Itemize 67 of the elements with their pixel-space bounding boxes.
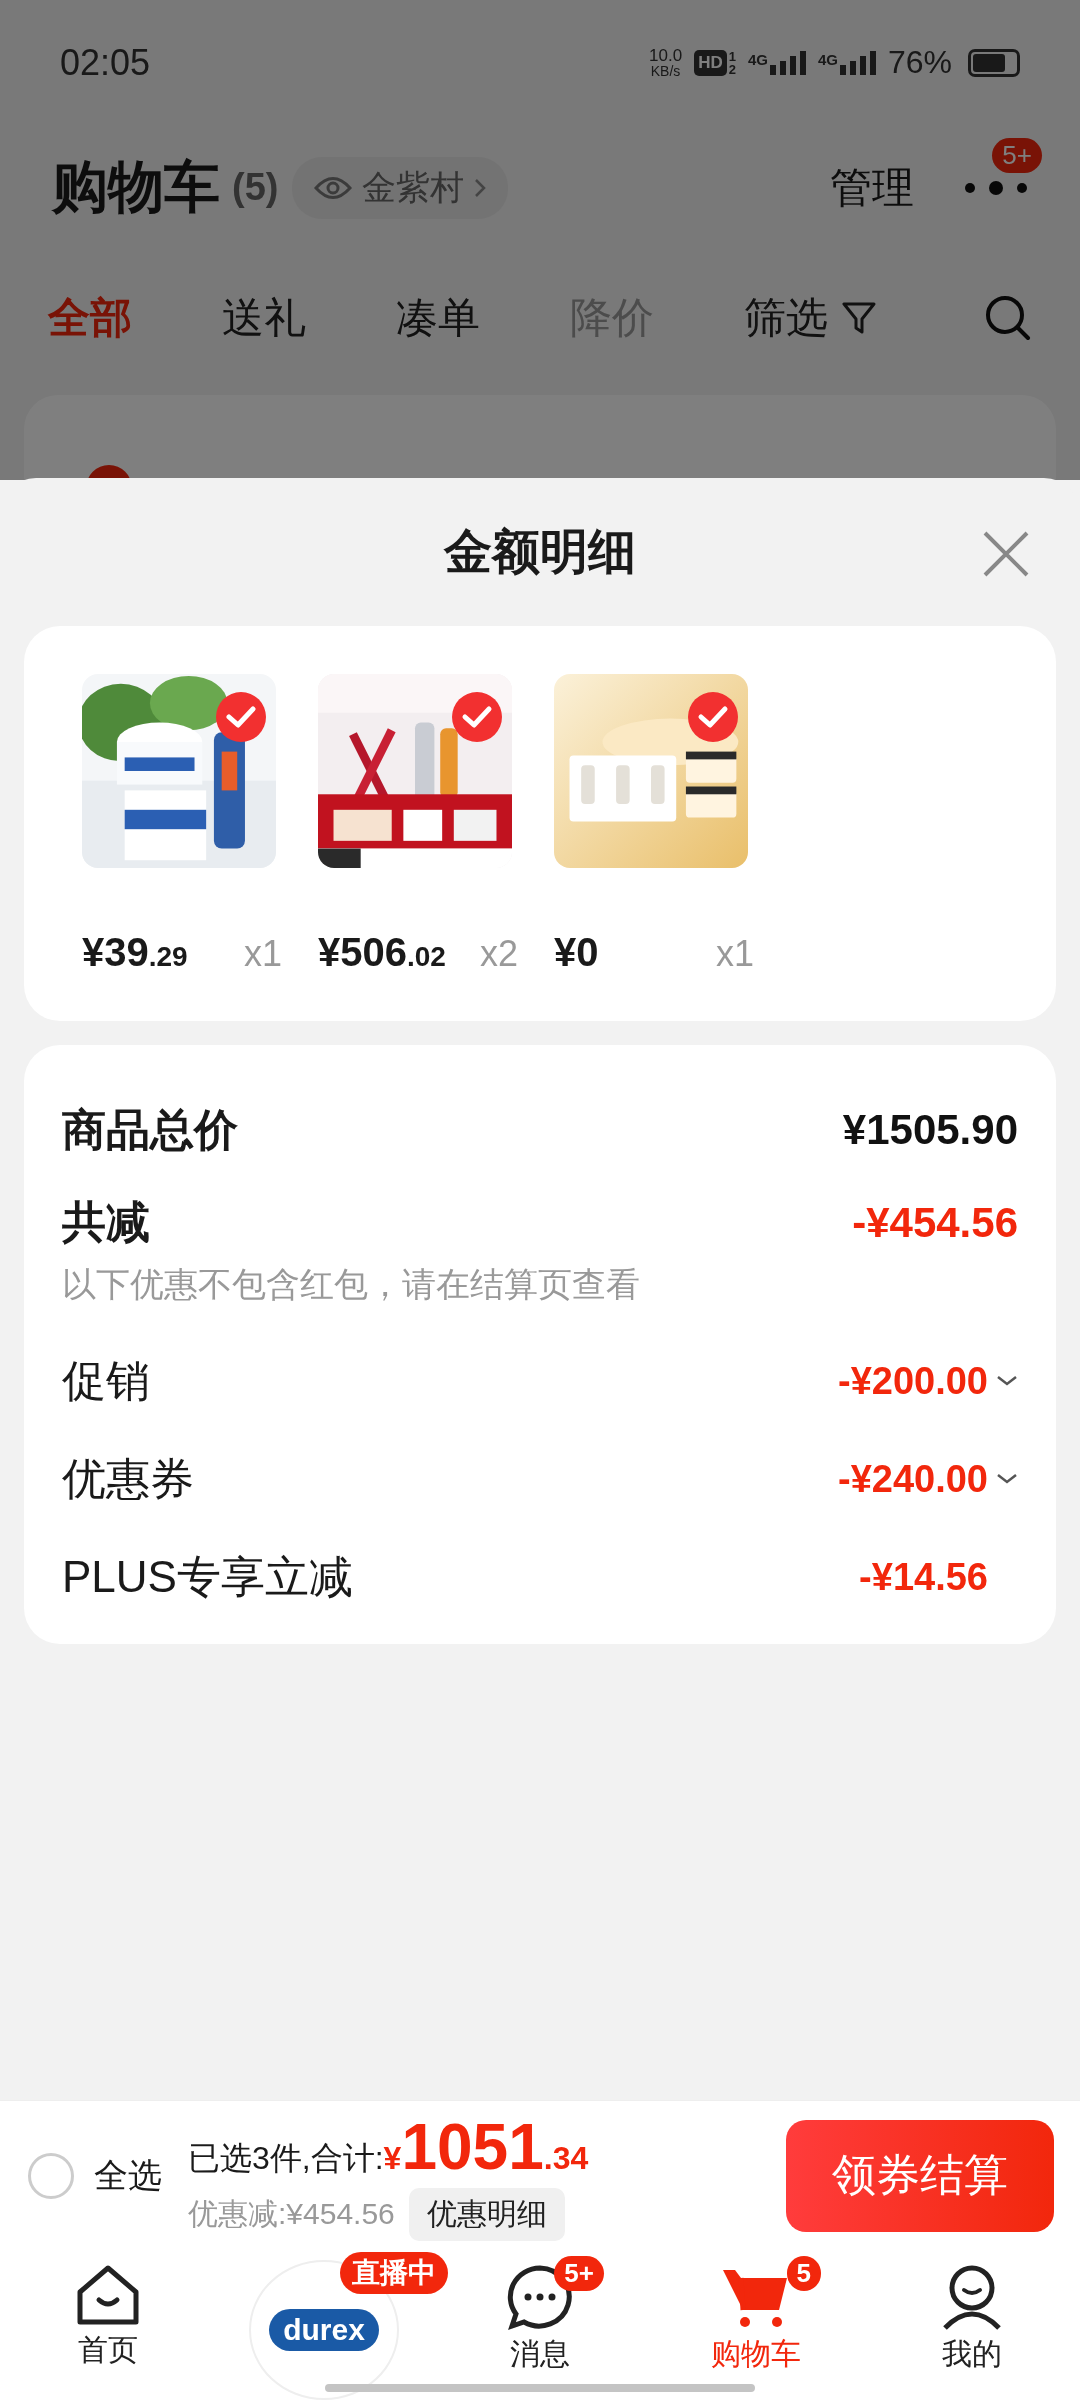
close-icon[interactable]: [982, 530, 1030, 578]
sheet-title: 金额明细: [444, 524, 636, 580]
chevron-icon[interactable]: [996, 1472, 1018, 1486]
summary-label: 商品总价: [62, 1103, 238, 1156]
filter-tab[interactable]: 凑单: [396, 289, 480, 346]
chevron-icon: [474, 177, 487, 198]
discount-detail-button[interactable]: 优惠明细: [408, 2188, 565, 2241]
search-icon[interactable]: [984, 293, 1032, 342]
discount-text: 优惠减:¥454.56: [188, 2196, 395, 2232]
checkout-button[interactable]: 领券结算: [786, 2119, 1054, 2232]
sim-label: 2: [728, 62, 736, 76]
summary-label: 促销: [62, 1354, 150, 1407]
sim-label: 1: [728, 49, 736, 63]
product-price: ¥39.29: [82, 930, 188, 975]
product-price: ¥506.02: [318, 930, 446, 975]
product-quantity: x1: [715, 933, 754, 975]
product-quantity: x1: [243, 933, 282, 975]
summary-label: 优惠券: [62, 1452, 194, 1505]
battery-icon: [968, 48, 1020, 77]
eye-icon: [314, 174, 353, 201]
total-price: ¥1051.34: [383, 2110, 589, 2184]
notification-badge: 5+: [992, 137, 1042, 173]
cart-count: (5): [232, 166, 279, 209]
product-quantity: x2: [479, 933, 518, 975]
filter-tab[interactable]: 全部: [48, 289, 132, 346]
live-badge: 直播中: [340, 2252, 448, 2294]
filter-tab[interactable]: 送礼: [222, 289, 306, 346]
count-badge: 5+: [554, 2256, 604, 2292]
filter-tab[interactable]: 筛选: [744, 289, 828, 346]
page-title: 购物车: [52, 153, 220, 220]
network-type: 4G: [747, 50, 768, 68]
selected-summary: 已选3件,合计:: [188, 2139, 384, 2178]
location-chip[interactable]: 金紫村: [292, 156, 509, 219]
select-all-label[interactable]: 全选: [94, 2152, 162, 2199]
summary-label: 共减: [62, 1196, 150, 1248]
profile-icon: [941, 2264, 1003, 2330]
signal-icon: [769, 50, 806, 75]
summary-amount: -¥14.56: [859, 1555, 988, 1599]
nav-tab[interactable]: 购物车: [711, 2334, 801, 2375]
network-type: 4G: [817, 50, 838, 68]
status-time: 02:05: [60, 41, 152, 84]
product-price: ¥0: [554, 930, 599, 975]
nav-tab[interactable]: 首页: [78, 2330, 138, 2371]
chevron-icon[interactable]: [996, 1374, 1018, 1388]
network-speed: 10.0: [649, 47, 683, 64]
hd-icon: HD: [694, 49, 727, 76]
summary-amount: ¥1505.90: [842, 1106, 1018, 1154]
summary-label: PLUS专享立减: [62, 1550, 353, 1603]
check-icon[interactable]: [688, 692, 738, 742]
summary-amount: -¥454.56: [852, 1198, 1018, 1247]
summary-amount: -¥240.00: [838, 1457, 988, 1501]
signal-icon: [839, 50, 876, 75]
summary-note: 以下优惠不包含红包，请在结算页查看: [62, 1264, 641, 1305]
nav-tab[interactable]: 我的: [942, 2334, 1002, 2375]
summary-amount: -¥200.00: [838, 1359, 988, 1403]
battery-percent: 76%: [887, 44, 952, 81]
check-icon[interactable]: [216, 692, 266, 742]
check-icon[interactable]: [452, 692, 502, 742]
filter-icon: [842, 300, 876, 335]
manage-button[interactable]: 管理: [830, 159, 914, 216]
brand-logo: durex: [269, 2309, 379, 2351]
select-all-radio[interactable]: [28, 2152, 74, 2199]
home-icon: [75, 2264, 141, 2326]
more-icon[interactable]: [964, 179, 1028, 196]
nav-tab[interactable]: 消息: [510, 2334, 570, 2375]
count-badge: 5: [786, 2256, 821, 2292]
network-speed-unit: KB/s: [650, 64, 681, 78]
